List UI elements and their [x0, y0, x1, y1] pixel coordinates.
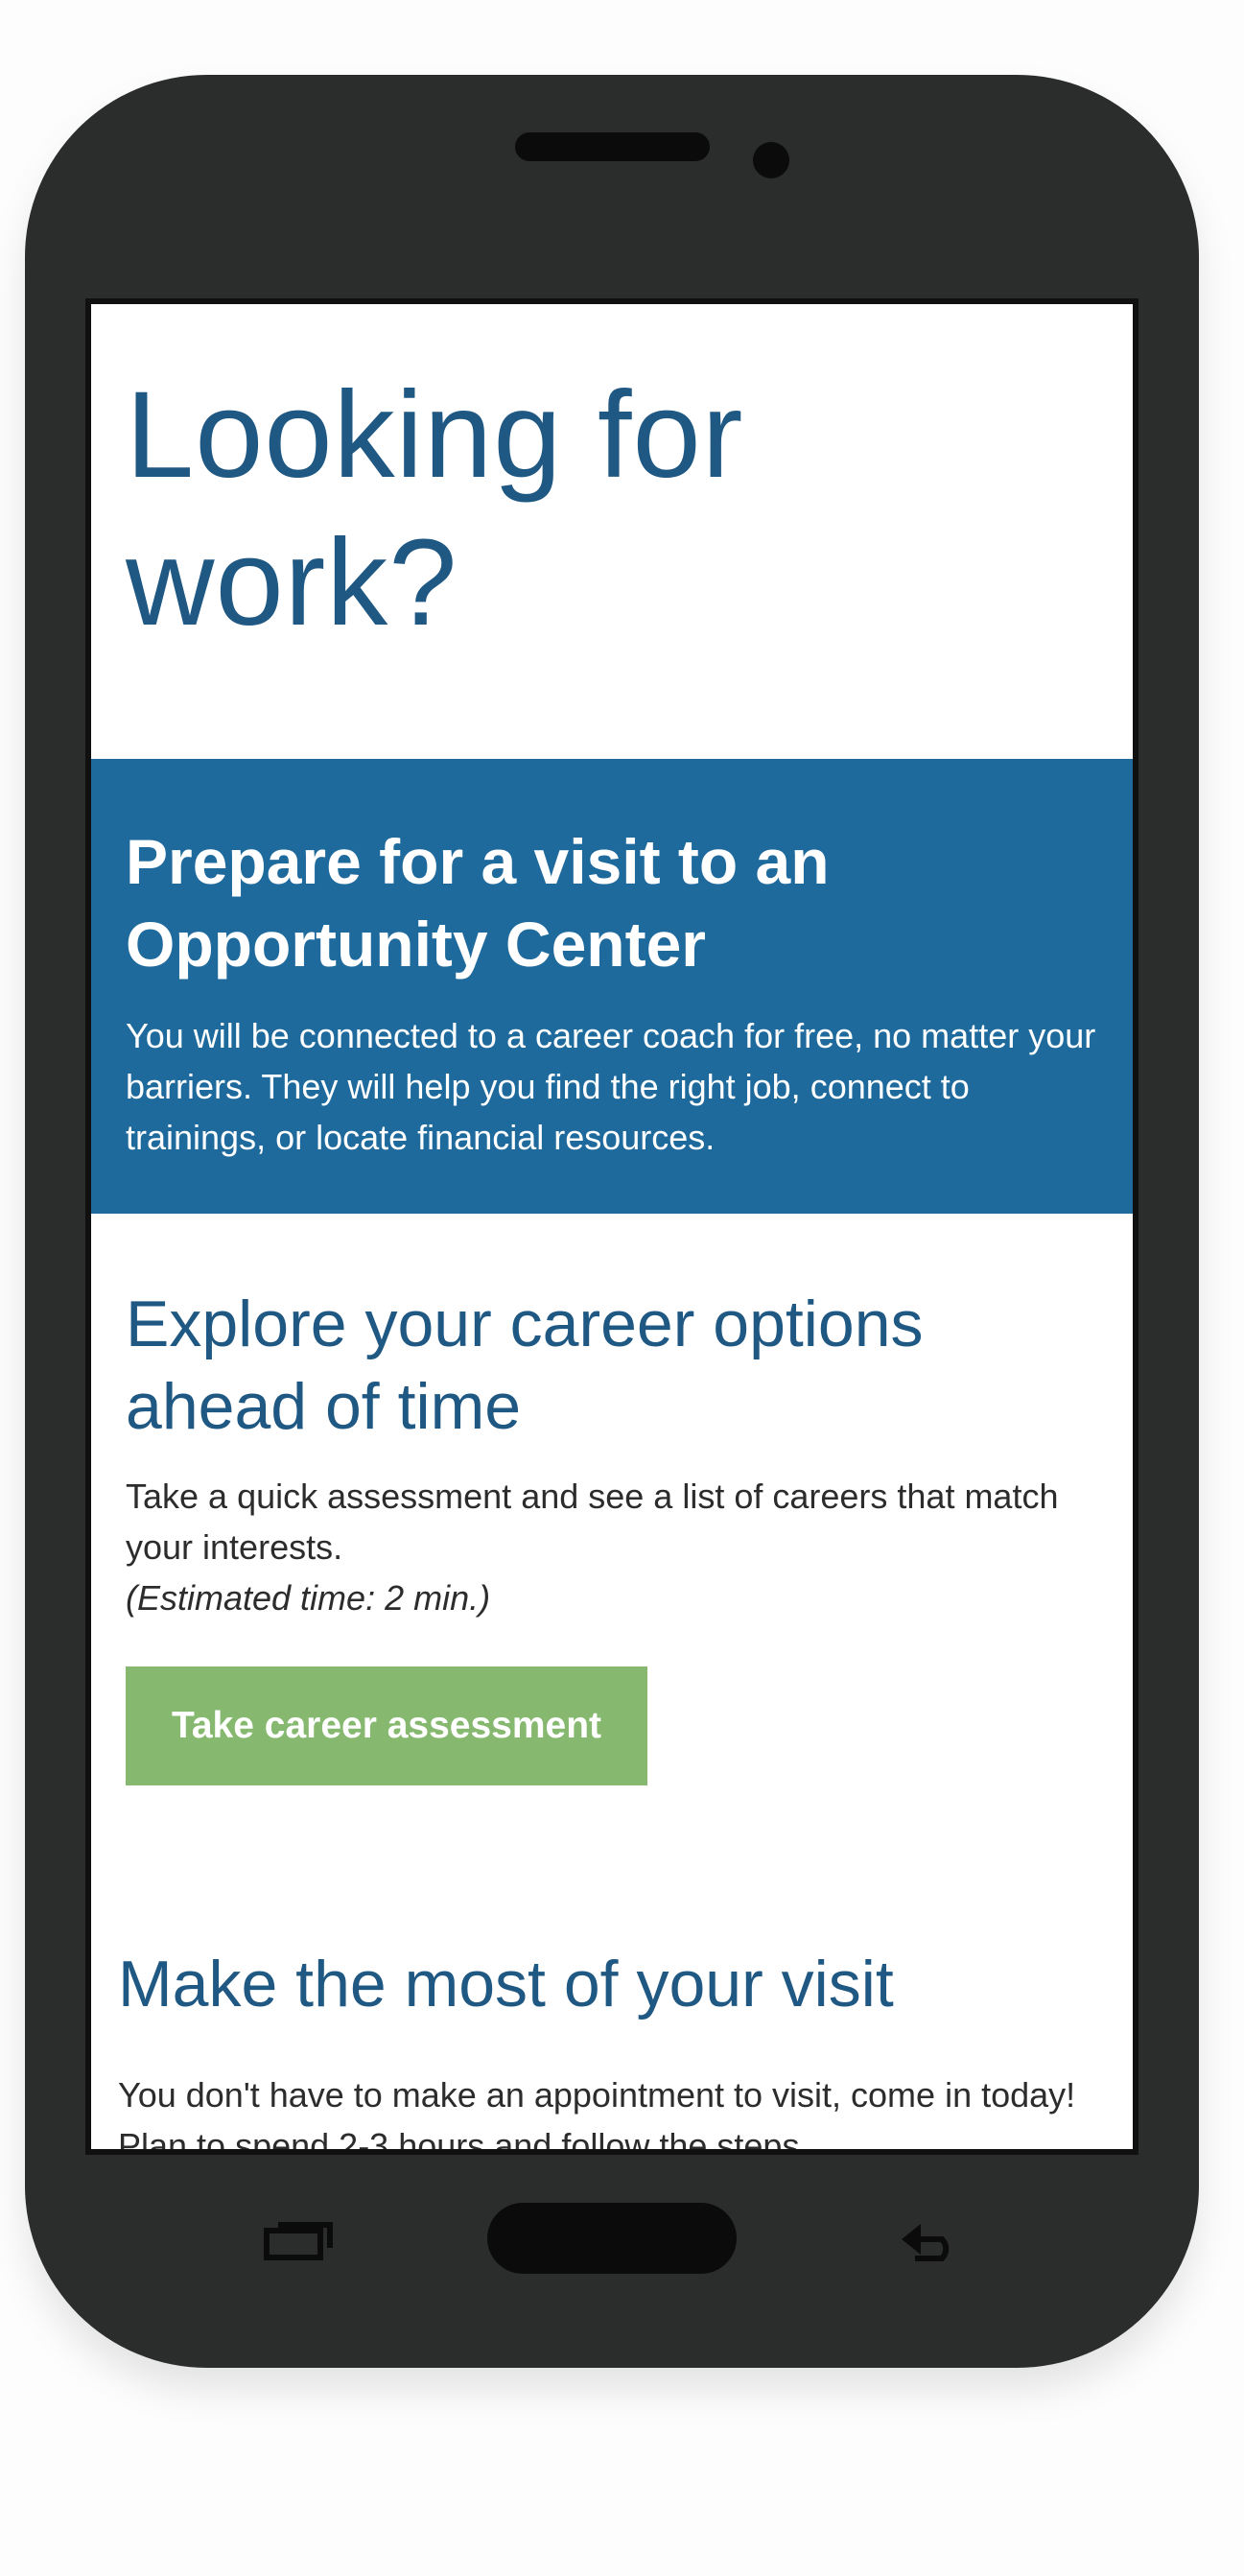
estimated-time-note: (Estimated time: 2 min.) — [126, 1578, 491, 1618]
make-most-of-visit-heading: Make the most of your visit — [118, 1948, 894, 2021]
make-most-of-visit-description: You don't have to make an appointment to… — [118, 2075, 1076, 2149]
prepare-visit-banner: Prepare for a visit to an Opportunity Ce… — [91, 759, 1133, 1214]
home-button[interactable] — [487, 2203, 737, 2274]
front-camera — [753, 142, 789, 178]
explore-careers-description: Take a quick assessment and see a list o… — [126, 1477, 1059, 1567]
recent-apps-icon[interactable] — [263, 2217, 336, 2261]
prepare-visit-description: You will be connected to a career coach … — [126, 1016, 1096, 1157]
speaker-grille — [515, 132, 710, 161]
web-page: Looking for work? Prepare for a visit to… — [91, 304, 1133, 2149]
page-title: Looking for work? — [126, 366, 744, 651]
prepare-visit-heading: Prepare for a visit to an Opportunity Ce… — [126, 826, 830, 980]
take-career-assessment-button[interactable]: Take career assessment — [126, 1666, 647, 1785]
back-arrow-icon[interactable] — [898, 2216, 965, 2262]
explore-careers-heading: Explore your career options ahead of tim… — [126, 1288, 924, 1443]
phone-screen: Looking for work? Prepare for a visit to… — [85, 298, 1138, 2155]
